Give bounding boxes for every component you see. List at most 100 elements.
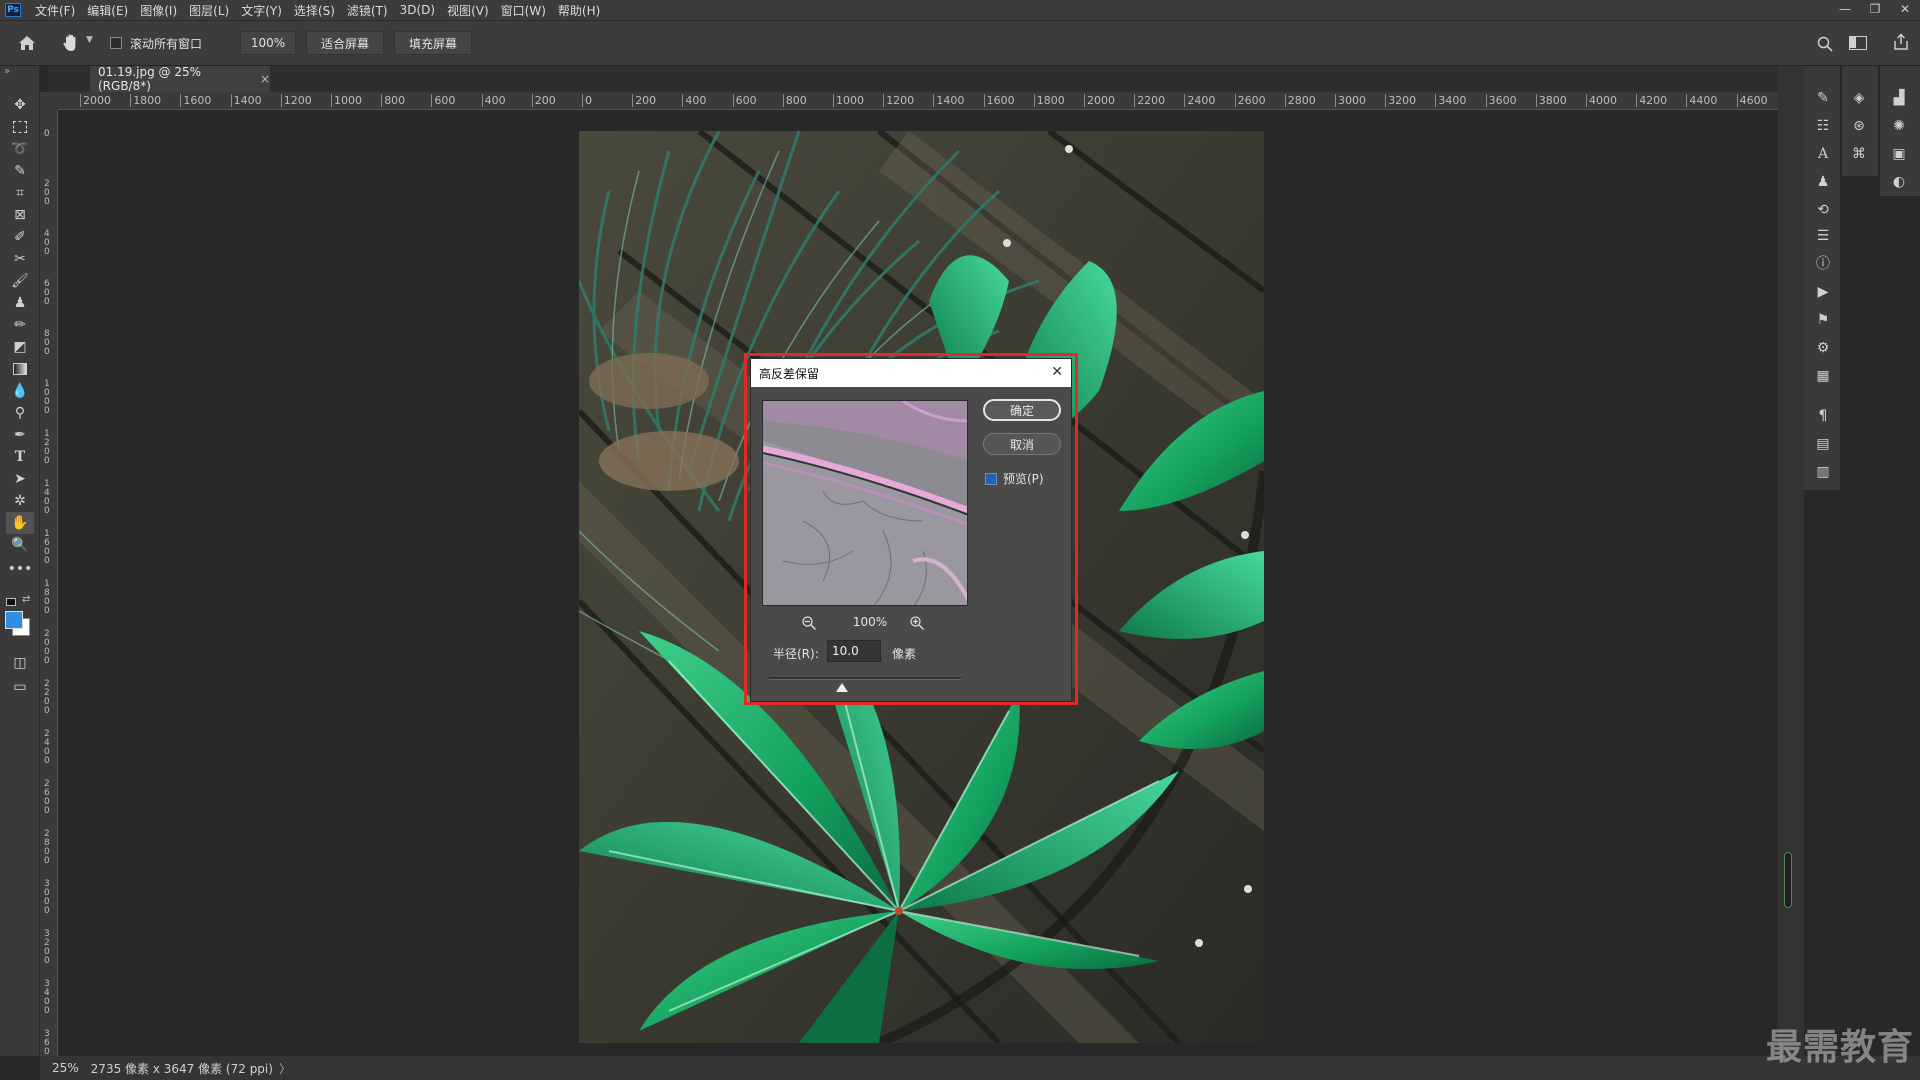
close-tab-icon[interactable]: × [260, 72, 270, 86]
menu-file[interactable]: 文件(F) [29, 2, 81, 19]
marquee-tool-icon[interactable] [6, 116, 34, 138]
dodge-tool-icon[interactable]: ⚲ [6, 402, 34, 424]
eyedropper-tool-icon[interactable]: ✐ [6, 226, 34, 248]
preview-checkbox[interactable] [985, 473, 997, 485]
close-window-button[interactable]: ✕ [1890, 0, 1920, 20]
clone-source-icon[interactable]: ♟ [1812, 172, 1834, 192]
dialog-title-bar[interactable]: 高反差保留 ✕ [751, 359, 1071, 387]
photoshop-logo-icon: Ps [5, 3, 21, 17]
menu-filter[interactable]: 滤镜(T) [341, 2, 394, 19]
brush-tool-icon[interactable]: 🖌 [6, 270, 34, 292]
h-ruler-label: 0 [582, 94, 592, 107]
horizontal-ruler[interactable]: 2000 1800 1600 1400 1200 1000 800 600 400 200 0 200… [58, 92, 1778, 110]
radius-slider-track[interactable] [769, 677, 961, 692]
blur-tool-icon[interactable]: 💧 [6, 380, 34, 402]
status-menu-icon[interactable]: 〉 [279, 1060, 291, 1077]
menu-select[interactable]: 选择(S) [288, 2, 341, 19]
menu-view[interactable]: 视图(V) [441, 2, 495, 19]
scroll-indicator[interactable] [1784, 852, 1792, 908]
chevron-down-icon[interactable]: ▼ [86, 35, 93, 45]
quick-mask-icon[interactable]: ◫ [6, 652, 34, 674]
h-ruler-label: 400 [481, 94, 506, 107]
shape-tool-icon[interactable]: ✲ [6, 490, 34, 512]
adjustments-icon[interactable]: ☷ [1812, 116, 1834, 136]
icon-panel-column-3: ▟ ✺ ▣ ◐ [1880, 66, 1920, 196]
notes-icon[interactable]: ▥ [1812, 462, 1834, 482]
color-icon[interactable]: ◐ [1888, 172, 1910, 192]
document-tab[interactable]: 01.19.jpg @ 25%(RGB/8*) × [90, 65, 270, 93]
filter-preview-image[interactable] [762, 400, 968, 606]
info-icon[interactable]: ⓘ [1812, 254, 1834, 274]
search-icon[interactable] [1816, 35, 1834, 53]
radius-input[interactable]: 10.0 [827, 640, 881, 662]
ok-button[interactable]: 确定 [983, 399, 1061, 421]
menu-edit[interactable]: 编辑(E) [81, 2, 134, 19]
layer-comps-icon[interactable]: ▤ [1812, 434, 1834, 454]
move-tool-icon[interactable]: ✥ [6, 94, 34, 116]
default-colors-icon[interactable] [6, 598, 16, 606]
screen-mode-icon[interactable]: ▭ [6, 676, 34, 698]
cancel-button[interactable]: 取消 [983, 433, 1061, 455]
hand-tool-icon[interactable] [60, 32, 82, 54]
menu-window[interactable]: 窗口(W) [495, 2, 552, 19]
paths-icon[interactable]: ⌘ [1848, 144, 1870, 164]
menu-help[interactable]: 帮助(H) [552, 2, 606, 19]
restore-button[interactable]: ❐ [1860, 0, 1890, 20]
character-icon[interactable]: A [1812, 144, 1834, 164]
swatches-icon[interactable]: ▣ [1888, 144, 1910, 164]
quick-select-tool-icon[interactable]: ✎ [6, 160, 34, 182]
lasso-tool-icon[interactable]: ➰ [6, 138, 34, 160]
3d-icon[interactable]: ⚙ [1812, 338, 1834, 358]
h-ruler-label: 1000 [331, 94, 362, 107]
layers-icon[interactable]: ◈ [1848, 88, 1870, 108]
more-tools-icon[interactable]: ••• [6, 558, 34, 580]
workspace-icon[interactable] [1849, 36, 1867, 50]
v-ruler-label: 2200 [44, 679, 50, 716]
home-icon[interactable] [16, 33, 38, 53]
panel-dock-gutter [1778, 66, 1804, 1056]
radius-slider-thumb[interactable] [835, 683, 848, 692]
h-ruler-label: 600 [431, 94, 455, 107]
crop-tool-icon[interactable]: ⌗ [6, 182, 34, 204]
menu-image[interactable]: 图像(I) [134, 2, 183, 19]
minimize-button[interactable]: — [1830, 0, 1860, 20]
menu-type[interactable]: 文字(Y) [235, 2, 288, 19]
path-select-tool-icon[interactable]: ➤ [6, 468, 34, 490]
history-brush-tool-icon[interactable]: ✏ [6, 314, 34, 336]
navigator-icon[interactable]: ✺ [1888, 116, 1910, 136]
foreground-color-swatch[interactable] [5, 611, 23, 629]
pen-tool-icon[interactable]: ✒ [6, 424, 34, 446]
fit-screen-button[interactable]: 适合屏幕 [306, 31, 384, 55]
frame-tool-icon[interactable]: ⊠ [6, 204, 34, 226]
zoom-out-icon[interactable] [801, 615, 817, 631]
channels-icon[interactable]: ⊛ [1848, 116, 1870, 136]
eraser-tool-icon[interactable]: ◩ [6, 336, 34, 358]
brush-settings-icon[interactable]: ✎ [1812, 88, 1834, 108]
hand-tool-active-icon[interactable]: ✋ [6, 512, 34, 534]
zoom-value-field[interactable]: 100% [240, 31, 296, 55]
fill-screen-button[interactable]: 填充屏幕 [394, 31, 472, 55]
swap-colors-icon[interactable]: ⇄ [22, 594, 30, 605]
properties-icon[interactable]: ☰ [1812, 226, 1834, 246]
zoom-level[interactable]: 25% [52, 1061, 79, 1075]
zoom-in-icon[interactable] [909, 615, 925, 631]
table-icon[interactable]: ▦ [1812, 366, 1834, 386]
dialog-close-icon[interactable]: ✕ [1051, 364, 1063, 380]
gradient-tool-icon[interactable] [6, 358, 34, 380]
preview-label: 预览(P) [1003, 472, 1044, 486]
healing-brush-tool-icon[interactable]: ✂ [6, 248, 34, 270]
share-icon[interactable] [1892, 33, 1910, 51]
history-icon[interactable]: ⟲ [1812, 200, 1834, 220]
scroll-all-checkbox[interactable] [110, 37, 122, 49]
type-tool-icon[interactable]: T [6, 446, 34, 468]
paragraph-icon[interactable]: ¶ [1812, 406, 1834, 426]
actions-play-icon[interactable]: ▶ [1812, 282, 1834, 302]
tool-presets-icon[interactable]: ⚑ [1812, 310, 1834, 330]
menu-3d[interactable]: 3D(D) [394, 3, 441, 17]
menu-layer[interactable]: 图层(L) [183, 2, 235, 19]
clone-stamp-tool-icon[interactable]: ♟ [6, 292, 34, 314]
zoom-tool-icon[interactable]: 🔍 [6, 534, 34, 556]
histogram-icon[interactable]: ▟ [1888, 88, 1910, 108]
vertical-ruler[interactable]: 0 200 400 600 800 1000 1200 1400 1600 1800 2000 220… [40, 110, 58, 1056]
collapse-icon[interactable]: » [4, 66, 10, 77]
